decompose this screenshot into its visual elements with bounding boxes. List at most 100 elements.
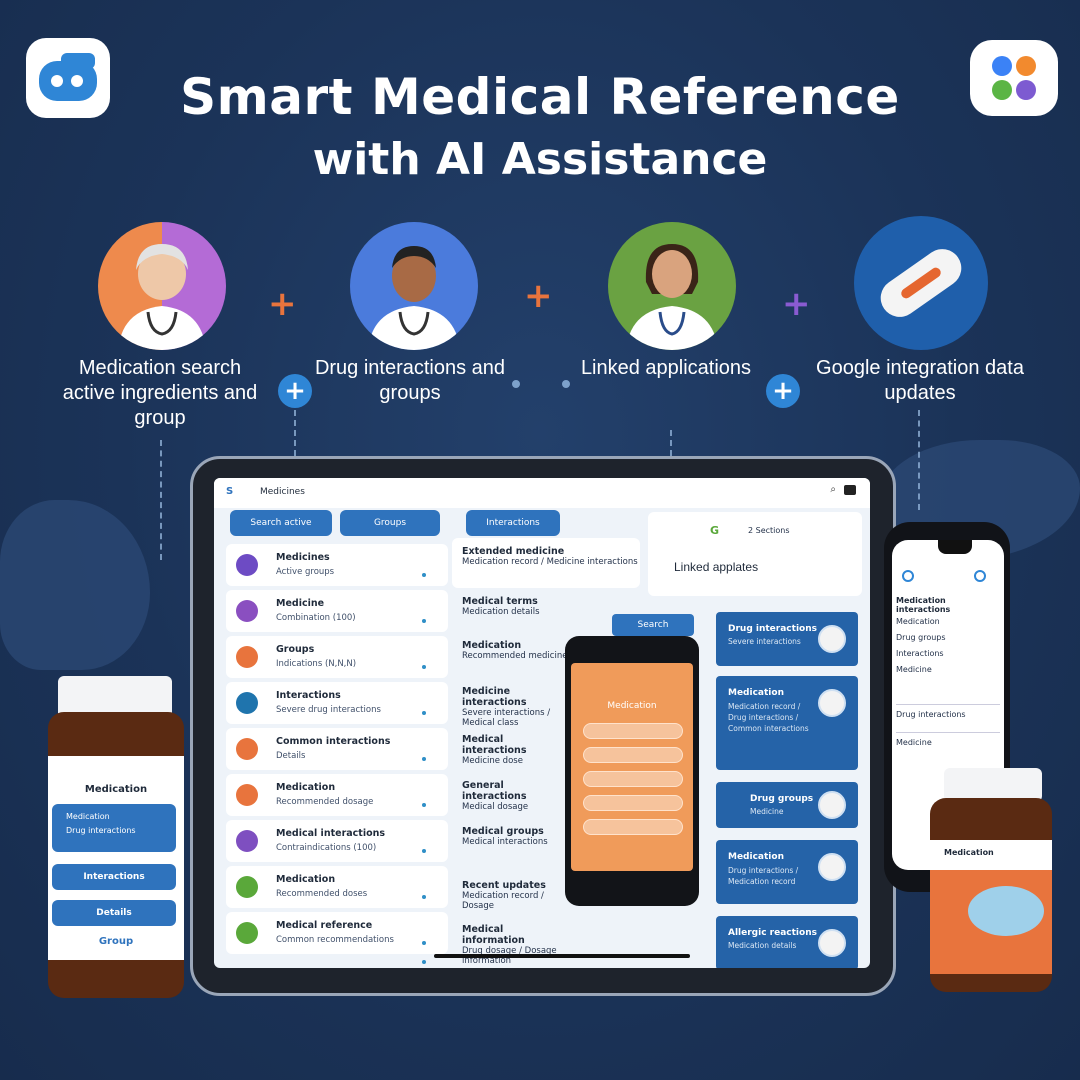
list-item[interactable]: Medical reference Common recommendations (226, 912, 448, 964)
detail-item[interactable]: Extended medicine Medication record / Me… (462, 546, 642, 567)
more-dots-icon[interactable] (422, 608, 434, 642)
detail-title: Medical terms (462, 596, 538, 607)
detail-item[interactable]: Medical information Drug dosage / Dosage… (462, 924, 562, 966)
linked-apps-card[interactable]: G 2 Sections Linked applates (648, 512, 862, 596)
list-item[interactable]: Interactions Severe drug interactions (226, 682, 448, 734)
tab-groups[interactable]: Groups (340, 510, 440, 536)
list-item-title: Medical interactions (276, 828, 386, 839)
list-item-title: Medication (276, 874, 336, 885)
detail-item[interactable]: Medical groups Medical interactions (462, 826, 562, 847)
connector-dot (512, 380, 520, 388)
info-card[interactable]: Drug groups Medicine (716, 782, 858, 828)
linked-apps-title: Linked applates (674, 560, 759, 574)
detail-item[interactable]: Medical interactions Medicine dose (462, 734, 562, 766)
tab-search-active[interactable]: Search active (230, 510, 332, 536)
bottle-cap (944, 768, 1042, 802)
list-item-subtitle: Recommended dosage (276, 797, 374, 807)
info-card-title: Medication (728, 688, 784, 698)
list-item[interactable]: Medicines Active groups (226, 544, 448, 596)
world-map-left (0, 500, 150, 670)
more-dots-icon[interactable] (422, 838, 434, 872)
more-dots-icon[interactable] (422, 930, 434, 964)
phone-right-line: Drug groups (896, 633, 946, 642)
feature-label-linked-applications: Linked applications (580, 357, 752, 379)
list-item[interactable]: Common interactions Details (226, 728, 448, 780)
list-item-subtitle: Common recommendations (276, 935, 394, 945)
phone-right-line: Medicine (896, 732, 1000, 749)
phone-input-field[interactable] (583, 747, 683, 763)
app-top-bar: S Medicines ⌕ (214, 478, 870, 508)
phone-title: Medication (607, 701, 657, 711)
more-dots-icon[interactable] (422, 746, 434, 780)
plus-icon: + (268, 284, 297, 324)
phone-input-field[interactable] (583, 795, 683, 811)
page-subtitle: with AI Assistance (312, 134, 768, 185)
detail-subtitle: Medicine dose (462, 756, 523, 766)
medicine-icon (236, 600, 258, 622)
page-title: Smart Medical Reference (180, 68, 900, 126)
list-item-subtitle: Indications (N,N,N) (276, 659, 357, 669)
list-item[interactable]: Medicine Combination (100) (226, 590, 448, 642)
more-dots-icon[interactable] (422, 562, 434, 596)
group-icon (236, 646, 258, 668)
medication-icon (236, 876, 258, 898)
info-card-title: Medication (728, 852, 784, 862)
detail-item[interactable]: Recent updates Medication record / Dosag… (462, 880, 562, 911)
refresh-icon[interactable] (902, 570, 914, 582)
male-doctor-avatar (350, 222, 478, 350)
interactions-button[interactable]: Interactions (52, 864, 176, 890)
list-item[interactable]: Medication Recommended dosage (226, 774, 448, 826)
list-item[interactable]: Medication Recommended doses (226, 866, 448, 918)
list-item-title: Medicine (276, 598, 325, 609)
detail-title: Medicine interactions (462, 686, 527, 708)
add-connector-icon: + (766, 374, 800, 408)
more-dots-icon[interactable] (422, 700, 434, 734)
detail-item[interactable]: General interactions Medical dosage (462, 780, 562, 812)
search-icon[interactable]: ⌕ (830, 484, 836, 495)
herb-thumbnail (818, 689, 846, 717)
info-card[interactable]: Allergic reactions Medication details (716, 916, 858, 968)
settings-icon[interactable] (974, 570, 986, 582)
detail-subtitle: Medical dosage (462, 802, 529, 812)
phone-input-field[interactable] (583, 723, 683, 739)
bottle-label: Medication (930, 840, 1052, 974)
info-card-subtitle: Drug interactions / Medication record (728, 866, 799, 886)
info-card[interactable]: Drug interactions Severe interactions (716, 612, 858, 666)
more-dots-icon[interactable] (422, 654, 434, 688)
search-chip[interactable]: Search (612, 614, 694, 636)
list-item-title: Medicines (276, 552, 330, 563)
tab-interactions[interactable]: Interactions (466, 510, 560, 536)
info-card[interactable]: Medication Medication record / Drug inte… (716, 676, 858, 770)
info-card-subtitle: Medicine (750, 807, 784, 816)
reference-icon (236, 922, 258, 944)
battery-icon (844, 485, 856, 495)
plant-thumbnail (818, 625, 846, 653)
info-card-subtitle: Medication record / Drug interactions / … (728, 702, 809, 733)
more-dots-icon[interactable] (422, 884, 434, 918)
list-item-title: Medication (276, 782, 336, 793)
list-item-title: Interactions (276, 690, 341, 701)
doctor-thumbnail (818, 791, 846, 819)
list-item[interactable]: Groups Indications (N,N,N) (226, 636, 448, 688)
phone-input-field[interactable] (583, 819, 683, 835)
linked-apps-badge: 2 Sections (748, 526, 790, 535)
menu-icon[interactable]: S (226, 486, 233, 497)
detail-subtitle: Medication record / Medicine interaction… (462, 557, 638, 567)
info-card[interactable]: Medication Drug interactions / Medicatio… (716, 840, 858, 904)
details-button[interactable]: Details (52, 900, 176, 926)
interaction-icon (236, 830, 258, 852)
list-item-subtitle: Severe drug interactions (276, 705, 381, 715)
connector-line (294, 410, 296, 456)
interaction-icon (236, 692, 258, 714)
feature-label-medication-search: Medication search active ingredients and… (62, 357, 258, 429)
phone-input-field[interactable] (583, 771, 683, 787)
detail-item[interactable]: Medicine interactions Severe interaction… (462, 686, 562, 728)
bottle-title: Medication (944, 848, 994, 857)
detail-title: Medical groups (462, 826, 544, 837)
more-dots-icon[interactable] (422, 792, 434, 826)
person-thumbnail (818, 929, 846, 957)
feature-label-google-integration: Google integration data updates (816, 357, 1024, 404)
list-item[interactable]: Medical interactions Contraindications (… (226, 820, 448, 872)
bottle-footer: Group (98, 936, 134, 947)
detail-title: Extended medicine (462, 546, 565, 557)
